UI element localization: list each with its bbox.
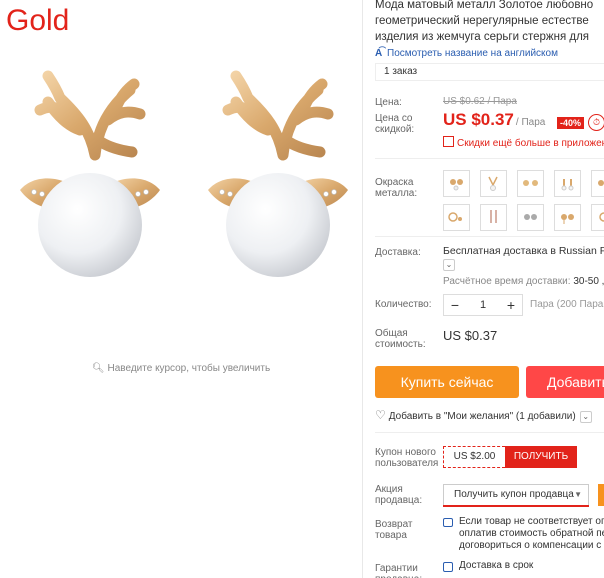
discount-price-label: Цена со скидкой: <box>375 113 415 135</box>
divider <box>375 432 604 433</box>
variant-label: Gold <box>6 4 70 37</box>
quantity-increase-button[interactable]: + <box>500 295 522 315</box>
seller-coupon-select[interactable]: Получить купон продавца ▼ <box>443 484 589 507</box>
swatch-10[interactable] <box>591 204 604 231</box>
app-discounts-link[interactable]: Скидки ещё больше в приложен <box>443 136 604 149</box>
column-divider <box>362 0 363 578</box>
earring-right <box>208 70 348 277</box>
discount-price: US $0.37/ Пара <box>443 110 546 129</box>
quantity-decrease-button[interactable]: − <box>444 295 466 315</box>
add-to-cart-button[interactable]: Добавить <box>526 366 604 398</box>
caret-down-icon: ▼ <box>574 490 582 499</box>
add-to-wishlist[interactable]: ♡ Добавить в "Мои желания" (1 добавили) ⌄ <box>375 408 592 423</box>
earring-left <box>20 70 160 277</box>
metal-color-label: Окраска металла: <box>375 177 418 199</box>
divider <box>375 158 604 159</box>
total-value: US $0.37 <box>443 328 498 343</box>
shipping-value: Бесплатная доставка в Russian Fe <box>443 245 604 257</box>
returns-label: Возврат товара <box>375 519 413 541</box>
quantity-label: Количество: <box>375 299 432 310</box>
total-label: Общая стоимость: <box>375 328 426 350</box>
delivery-time: Расчётное время доставки: 30-50 , <box>443 276 604 287</box>
get-coupon-button[interactable]: ПОЛУЧИТЬ <box>505 446 577 468</box>
new-user-coupon: US $2.00 ПОЛУЧИТЬ <box>443 446 577 468</box>
orders-count: 1 заказ <box>375 63 604 81</box>
swatch-8[interactable] <box>517 204 544 231</box>
swatch-7[interactable] <box>480 204 507 231</box>
chevron-down-icon[interactable]: ⌄ <box>579 411 592 423</box>
original-price: US $0.62 / Пара <box>443 96 517 107</box>
guarantees-label: Гарантии продавца: <box>375 563 422 578</box>
product-image-gallery[interactable]: Gold 🔍︎ Наведите курсор, чтобы увеличить <box>0 0 362 578</box>
swatch-6[interactable] <box>443 204 470 231</box>
seller-promo-label: Акция продавца: <box>375 484 423 506</box>
clock-icon: ⏱ <box>588 114 604 131</box>
heart-icon: ♡ <box>375 408 386 422</box>
translate-icon: A͡ <box>375 48 383 59</box>
product-title: Мода матовый металл Золотое любовно геом… <box>375 0 594 43</box>
swatch-9[interactable] <box>554 204 581 231</box>
qr-icon <box>443 136 454 147</box>
zoom-hint: 🔍︎ Наведите курсор, чтобы увеличить <box>91 363 271 374</box>
swatch-5[interactable] <box>591 170 604 197</box>
chevron-down-icon[interactable]: ⌄ <box>443 259 455 271</box>
shield-icon <box>443 562 453 572</box>
magnifier-icon: 🔍︎ <box>91 363 105 374</box>
seller-promo-tag <box>598 484 604 506</box>
return-icon <box>443 518 453 527</box>
coupon-amount: US $2.00 <box>443 446 505 468</box>
quantity-input[interactable]: 1 <box>466 299 500 311</box>
returns-text: Если товар не соответствует опи оплатив … <box>459 516 604 551</box>
guarantees-text: Доставка в срок <box>459 560 534 571</box>
swatch-2[interactable] <box>480 170 507 197</box>
buy-now-button[interactable]: Купить сейчас <box>375 366 519 398</box>
quantity-stepper: − 1 + <box>443 294 523 316</box>
shipping-label: Доставка: <box>375 247 421 258</box>
swatch-4[interactable] <box>554 170 581 197</box>
price-label: Цена: <box>375 97 402 108</box>
new-user-coupon-label: Купон нового пользователя <box>375 447 439 469</box>
product-image[interactable] <box>0 60 362 330</box>
divider <box>375 236 604 237</box>
discount-badge: -40% <box>557 117 585 129</box>
product-info-panel: Мода матовый металл Золотое любовно геом… <box>375 0 604 578</box>
translate-title-link[interactable]: A͡ Посмотреть название на английском <box>375 48 558 59</box>
quantity-available-note: Пара (200 Пара д <box>530 299 604 310</box>
swatch-1[interactable] <box>443 170 470 197</box>
swatch-3[interactable] <box>517 170 544 197</box>
